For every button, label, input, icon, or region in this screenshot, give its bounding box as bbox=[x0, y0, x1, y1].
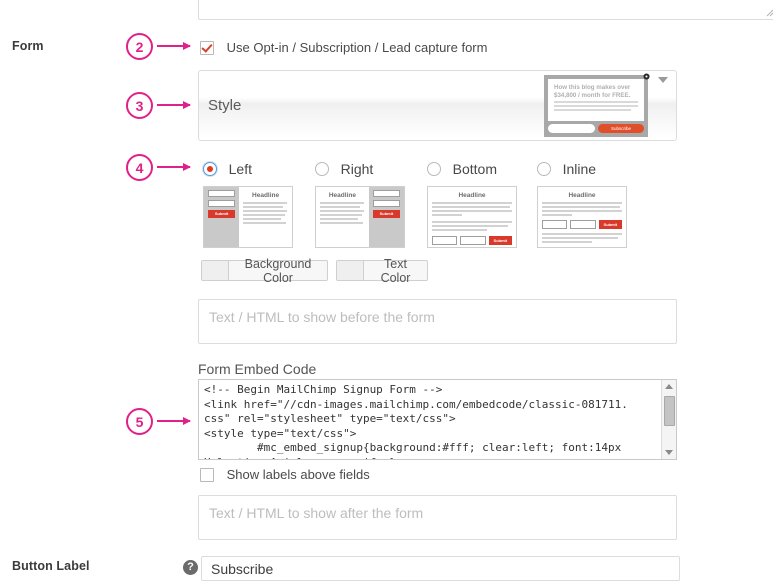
button-label-input[interactable]: Subscribe bbox=[201, 556, 680, 581]
layout-option-right[interactable]: Right Headline Submit bbox=[315, 160, 405, 248]
text-color-label: Text Color bbox=[380, 256, 411, 285]
thumb-input bbox=[460, 235, 486, 245]
style-preview-panel[interactable]: Style How this blog makes over $34,800 /… bbox=[198, 70, 677, 141]
layout-thumbnail-left[interactable]: Submit Headline bbox=[203, 185, 293, 248]
layout-option-inline[interactable]: Inline Headline Submit bbox=[537, 160, 627, 248]
before-form-placeholder: Text / HTML to show before the form bbox=[209, 309, 435, 325]
embed-code-textarea[interactable]: <!-- Begin MailChimp Signup Form --> <li… bbox=[198, 379, 677, 460]
text-color-button[interactable]: Text Color bbox=[336, 257, 428, 285]
annotation-marker-3: 3 bbox=[126, 92, 153, 119]
scroll-down-arrow-icon[interactable] bbox=[665, 450, 673, 455]
thumb-content-panel: Headline bbox=[239, 186, 292, 247]
gear-icon[interactable] bbox=[643, 73, 650, 80]
scrollbar-thumb[interactable] bbox=[664, 396, 675, 426]
button-label-value: Subscribe bbox=[211, 561, 274, 577]
annotation-arrow-4 bbox=[157, 162, 191, 171]
layout-radio-right[interactable] bbox=[315, 161, 329, 176]
layout-thumbnail-inline[interactable]: Headline Submit bbox=[537, 185, 627, 248]
show-labels-checkbox[interactable] bbox=[200, 467, 214, 482]
layout-label-left: Left bbox=[228, 160, 252, 177]
annotation-marker-4-number: 4 bbox=[135, 159, 144, 176]
thumb-headline: Headline bbox=[458, 191, 486, 199]
question-mark-glyph: ? bbox=[187, 561, 194, 573]
annotation-arrow-5 bbox=[157, 416, 191, 425]
annotation-marker-3-number: 3 bbox=[135, 97, 144, 114]
thumb-form-row: Submit bbox=[428, 235, 516, 245]
style-preview-submit-button: Subscribe bbox=[598, 124, 644, 133]
before-form-textarea[interactable]: Text / HTML to show before the form bbox=[198, 299, 677, 344]
top-textarea[interactable] bbox=[198, 0, 773, 20]
style-preview-card: How this blog makes over $34,800 / month… bbox=[548, 79, 644, 121]
layout-radio-inline[interactable] bbox=[537, 161, 551, 176]
text-color-swatch[interactable] bbox=[337, 261, 364, 280]
thumb-input bbox=[372, 189, 400, 197]
annotation-arrow-2 bbox=[157, 41, 191, 50]
annotation-marker-2: 2 bbox=[126, 33, 153, 60]
show-labels-checkbox-row[interactable]: Show labels above fields bbox=[200, 466, 370, 482]
annotation-marker-2-number: 2 bbox=[135, 38, 144, 55]
embed-code-value[interactable]: <!-- Begin MailChimp Signup Form --> <li… bbox=[199, 380, 639, 459]
thumb-input bbox=[542, 219, 568, 229]
layout-radio-bottom[interactable] bbox=[427, 161, 441, 176]
embed-code-scrollbar[interactable] bbox=[661, 380, 676, 459]
after-form-textarea[interactable]: Text / HTML to show after the form bbox=[198, 495, 677, 540]
scroll-up-arrow-icon[interactable] bbox=[665, 384, 673, 389]
style-preview-thumbnail: How this blog makes over $34,800 / month… bbox=[544, 75, 648, 137]
style-preview-email-input bbox=[548, 124, 595, 133]
chevron-down-icon[interactable] bbox=[658, 77, 668, 83]
annotation-arrow-3 bbox=[157, 100, 191, 109]
optin-checkbox-row[interactable]: Use Opt-in / Subscription / Lead capture… bbox=[200, 39, 487, 55]
optin-label: Use Opt-in / Subscription / Lead capture… bbox=[226, 40, 488, 56]
thumb-form-row: Submit bbox=[538, 219, 626, 229]
embed-code-label: Form Embed Code bbox=[198, 361, 317, 377]
layout-label-bottom: Bottom bbox=[452, 160, 497, 177]
style-label: Style bbox=[208, 97, 242, 114]
show-labels-label: Show labels above fields bbox=[226, 467, 370, 483]
thumb-form-panel: Submit bbox=[368, 186, 404, 247]
thumb-input bbox=[432, 235, 458, 245]
background-color-label: Background Color bbox=[244, 256, 312, 285]
layout-label-inline: Inline bbox=[562, 160, 597, 177]
thumb-input bbox=[208, 199, 236, 207]
thumb-form-panel: Submit bbox=[204, 186, 240, 247]
thumb-submit: Submit bbox=[488, 235, 512, 245]
after-form-placeholder: Text / HTML to show after the form bbox=[209, 505, 424, 521]
annotation-marker-5: 5 bbox=[126, 408, 153, 435]
background-color-swatch[interactable] bbox=[202, 261, 229, 280]
form-row-label: Form bbox=[12, 39, 44, 53]
button-label-row-label: Button Label bbox=[12, 559, 90, 573]
thumb-headline: Headline bbox=[252, 191, 280, 199]
question-mark-icon[interactable]: ? bbox=[183, 560, 198, 575]
resize-grip-icon[interactable] bbox=[764, 7, 773, 17]
layout-label-right: Right bbox=[340, 160, 374, 177]
optin-checkbox[interactable] bbox=[200, 40, 214, 55]
layout-radio-left[interactable] bbox=[203, 161, 217, 176]
annotation-marker-5-number: 5 bbox=[135, 413, 144, 430]
layout-thumbnail-bottom[interactable]: Headline Submit bbox=[427, 185, 517, 248]
annotation-marker-4: 4 bbox=[126, 154, 153, 181]
layout-option-bottom[interactable]: Bottom Headline Submit bbox=[427, 160, 517, 248]
thumb-headline: Headline bbox=[328, 191, 356, 199]
style-preview-body-line bbox=[554, 109, 632, 111]
thumb-input bbox=[372, 199, 400, 207]
thumb-submit: Submit bbox=[598, 219, 622, 229]
style-preview-body-line bbox=[554, 101, 638, 103]
style-preview-form-row: Subscribe bbox=[548, 124, 644, 133]
thumb-input bbox=[208, 189, 236, 197]
thumb-headline: Headline bbox=[568, 191, 596, 199]
layout-thumbnail-right[interactable]: Headline Submit bbox=[315, 185, 405, 248]
style-preview-body-line bbox=[554, 105, 638, 107]
thumb-input bbox=[570, 219, 596, 229]
style-preview-headline: How this blog makes over $34,800 / month… bbox=[554, 84, 631, 99]
thumb-submit: Submit bbox=[372, 209, 400, 218]
thumb-submit: Submit bbox=[208, 209, 236, 218]
layout-option-left[interactable]: Left Submit Headline bbox=[203, 160, 293, 248]
background-color-button[interactable]: Background Color bbox=[201, 257, 328, 285]
thumb-content-panel: Headline bbox=[316, 186, 369, 247]
